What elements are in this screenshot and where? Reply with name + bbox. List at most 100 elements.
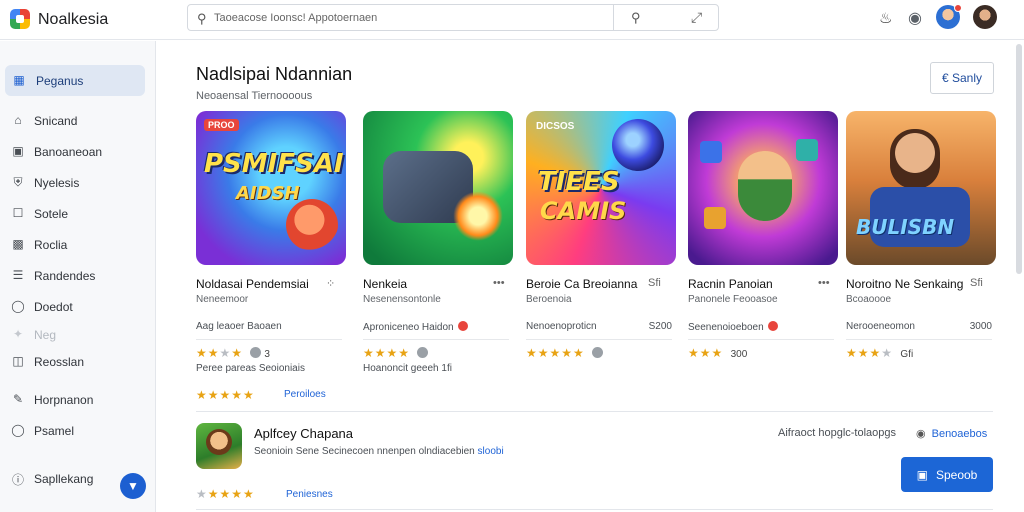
- avatar[interactable]: [936, 4, 962, 29]
- search-submit-icon[interactable]: ⚲: [631, 10, 641, 26]
- app-thumbnail[interactable]: DICSOS TIEES CAMIS: [526, 111, 676, 265]
- list-item-info: Aifraoct hopglc-tolaopgs: [778, 427, 897, 439]
- rating-stars: ★★★★: [363, 346, 429, 360]
- app-developer: Bcoaoooe: [846, 294, 892, 305]
- section-title: Nadlsipai Ndannian: [196, 64, 353, 84]
- sidebar-item-doedot[interactable]: ◯ Doedot: [0, 294, 156, 320]
- bell-icon[interactable]: ♨: [879, 9, 892, 27]
- sidebar-item-randendes[interactable]: ☰ Randendes: [0, 263, 156, 289]
- description-text: Seonioin Sene Secinecoen nnenpen olndiac…: [254, 446, 475, 457]
- sidebar-item-psamel[interactable]: ◯ Psamel: [0, 418, 156, 444]
- search-bar: ⚲ ⚲ ⤢: [187, 4, 719, 31]
- details-link[interactable]: Peroiloes: [284, 389, 326, 400]
- app-meta-text: Aproniceneo Haidon: [363, 322, 454, 333]
- sidebar-item-banoaneoan[interactable]: ▣ Banoaneoan: [0, 139, 156, 165]
- sidebar-item-roclia[interactable]: ▩ Roclia: [0, 232, 156, 258]
- home-icon: ⌂: [14, 113, 22, 127]
- divider: [196, 339, 342, 340]
- divider: [363, 339, 509, 340]
- app-thumbnail[interactable]: BULISBN: [846, 111, 996, 265]
- bomb-art: [612, 119, 664, 171]
- sidebar-item-sotele[interactable]: ☐ Sotele: [0, 201, 156, 227]
- chat-icon: ◯: [11, 299, 25, 313]
- rating-value: 300: [730, 349, 748, 360]
- more-icon[interactable]: Sfi: [970, 277, 983, 289]
- sidebar-item-nyelesis[interactable]: ⛨ Nyelesis: [0, 170, 156, 196]
- see-all-button[interactable]: € Sanly: [930, 62, 994, 94]
- app-thumbnail[interactable]: [363, 111, 513, 265]
- sidebar-item-neg[interactable]: ✦ Neg: [0, 322, 156, 348]
- profile-avatar[interactable]: [973, 5, 997, 29]
- sidebar-item-label: Roclia: [34, 238, 68, 252]
- sidebar-item-label: Horpnanon: [34, 393, 94, 407]
- rating-value: 3: [264, 349, 270, 360]
- divider: [196, 509, 993, 510]
- sidebar-item-label: Peganus: [36, 74, 84, 88]
- search-input[interactable]: [214, 9, 604, 26]
- list-item-title[interactable]: Aplfcey Chapana: [254, 426, 353, 441]
- sidebar: ▦ Peganus ⌂ Snicand ▣ Banoaneoan ⛨ Nyele…: [0, 41, 156, 512]
- link-text: Benoaebos: [931, 428, 988, 440]
- scrollbar[interactable]: [1016, 44, 1022, 274]
- blast-art: [453, 191, 503, 241]
- rating-value: Gfi: [900, 349, 914, 360]
- search-divider: [613, 5, 614, 30]
- sidebar-item-label: Banoaneoan: [34, 145, 103, 159]
- warning-icon: [458, 321, 469, 331]
- app-thumbnail[interactable]: [688, 111, 838, 265]
- info-icon: ⓘ: [11, 473, 24, 487]
- app-icon[interactable]: [196, 423, 242, 469]
- app-logo[interactable]: [10, 9, 30, 29]
- description-link[interactable]: sloobi: [478, 446, 504, 457]
- details-link[interactable]: Peniesnes: [286, 489, 333, 500]
- edit-icon: ✎: [12, 392, 24, 406]
- app-price: S200: [648, 321, 672, 332]
- sidebar-item-label: Neg: [34, 328, 57, 342]
- divider: [846, 339, 992, 340]
- section-subtitle: Neoaensal Tiernoooous: [196, 90, 313, 102]
- primary-action-button[interactable]: ▣ Speoob: [901, 457, 993, 492]
- sidebar-item-label: Reosslan: [34, 355, 85, 369]
- sidebar-action-button[interactable]: ▼: [120, 473, 146, 499]
- box-icon: ☐: [12, 206, 24, 220]
- apps-icon: ▣: [12, 144, 24, 158]
- rating-stars: ★★★★ Gfi: [846, 346, 914, 360]
- app-developer: Panonele Feooasoe: [688, 294, 778, 305]
- tag-icon: ◯: [11, 423, 25, 437]
- sidebar-item-label: Sapllekang: [34, 472, 94, 486]
- clear-search-icon[interactable]: ⤢: [691, 9, 702, 26]
- sidebar-item-horpnanon[interactable]: ✎ Horpnanon: [0, 387, 156, 413]
- app-title: Noroitno Ne Senkaing: [846, 277, 964, 291]
- rating-stars: ★★★ 300: [688, 346, 748, 360]
- thumbnail-badge: DICSOS: [536, 121, 575, 132]
- character-art: [738, 151, 792, 221]
- badge-icon: [592, 347, 604, 358]
- list-icon: ☰: [12, 268, 24, 282]
- divider: [526, 339, 672, 340]
- sidebar-item-label: Nyelesis: [34, 176, 80, 190]
- rating-stars: ★★★★★: [196, 388, 255, 402]
- sidebar-item-peganus[interactable]: ▦ Peganus: [5, 65, 145, 96]
- sparkle-icon: ✦: [12, 327, 24, 341]
- app-developer: Neneemoor: [196, 294, 249, 305]
- notification-dot: [954, 4, 962, 12]
- sidebar-item-label: Randendes: [34, 269, 96, 283]
- sidebar-item-snicand[interactable]: ⌂ Snicand: [0, 108, 156, 134]
- more-icon[interactable]: •••: [493, 277, 505, 289]
- sidebar-item-reosslan[interactable]: ◫ Reosslan: [0, 349, 156, 375]
- character-art: [890, 129, 940, 189]
- more-icon[interactable]: ⁘: [326, 277, 335, 290]
- more-icon[interactable]: •••: [818, 277, 830, 289]
- image-icon: ▩: [12, 237, 24, 251]
- divider: [688, 339, 834, 340]
- list-item-description: Seonioin Sene Secinecoen nnenpen olndiac…: [254, 446, 504, 457]
- app-title: Racnin Panoian: [688, 277, 773, 291]
- more-icon[interactable]: Sfi: [648, 277, 661, 289]
- button-label: Speoob: [935, 467, 978, 482]
- app-thumbnail[interactable]: PROO PSMIFSAI AIDSH: [196, 111, 346, 265]
- rating-stars: ★★★★★: [526, 346, 604, 360]
- thumbnail-badge: PROO: [204, 119, 239, 131]
- info-icon: ◉: [916, 428, 926, 440]
- settings-icon[interactable]: ◉: [908, 8, 922, 28]
- list-item-link[interactable]: ◉ Benoaebos: [916, 427, 987, 440]
